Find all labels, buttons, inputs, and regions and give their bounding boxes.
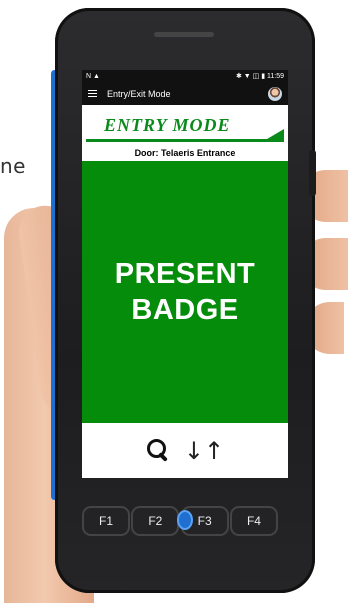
background-text: ne — [0, 154, 26, 178]
scan-button-icon[interactable] — [177, 510, 193, 530]
mode-label: ENTRY MODE — [104, 115, 231, 135]
avatar[interactable] — [268, 86, 282, 101]
bottom-toolbar: ↓↑ — [82, 423, 288, 478]
app-bar: Entry/Exit Mode — [82, 82, 288, 105]
f4-key[interactable]: F4 — [229, 506, 278, 536]
status-bar: N ▲ ✱ ▼ ◫ ▮ 11:59 — [82, 70, 288, 82]
search-icon[interactable] — [146, 438, 170, 464]
status-right: ✱ ▼ ◫ ▮ 11:59 — [235, 73, 284, 80]
status-left: N ▲ — [86, 72, 100, 80]
prompt-line-2: BADGE — [131, 294, 239, 326]
mode-banner: ENTRY MODE — [82, 105, 288, 145]
sort-icon[interactable]: ↓↑ — [184, 437, 224, 465]
side-button[interactable] — [309, 150, 316, 196]
present-badge-panel: PRESENT BADGE — [82, 161, 288, 423]
banner-arrow-icon — [262, 129, 284, 142]
phone-screen: N ▲ ✱ ▼ ◫ ▮ 11:59 Entry/Exit Mode ENTRY … — [82, 70, 288, 478]
app-title: Entry/Exit Mode — [107, 88, 171, 99]
prompt-line-1: PRESENT — [114, 258, 256, 290]
earpiece-speaker — [154, 32, 214, 37]
f1-key[interactable]: F1 — [82, 506, 130, 536]
banner-underline — [86, 139, 284, 142]
door-label: Door: Telaeris Entrance — [134, 148, 236, 158]
hamburger-menu-icon[interactable] — [88, 90, 97, 97]
f2-key[interactable]: F2 — [131, 506, 180, 536]
